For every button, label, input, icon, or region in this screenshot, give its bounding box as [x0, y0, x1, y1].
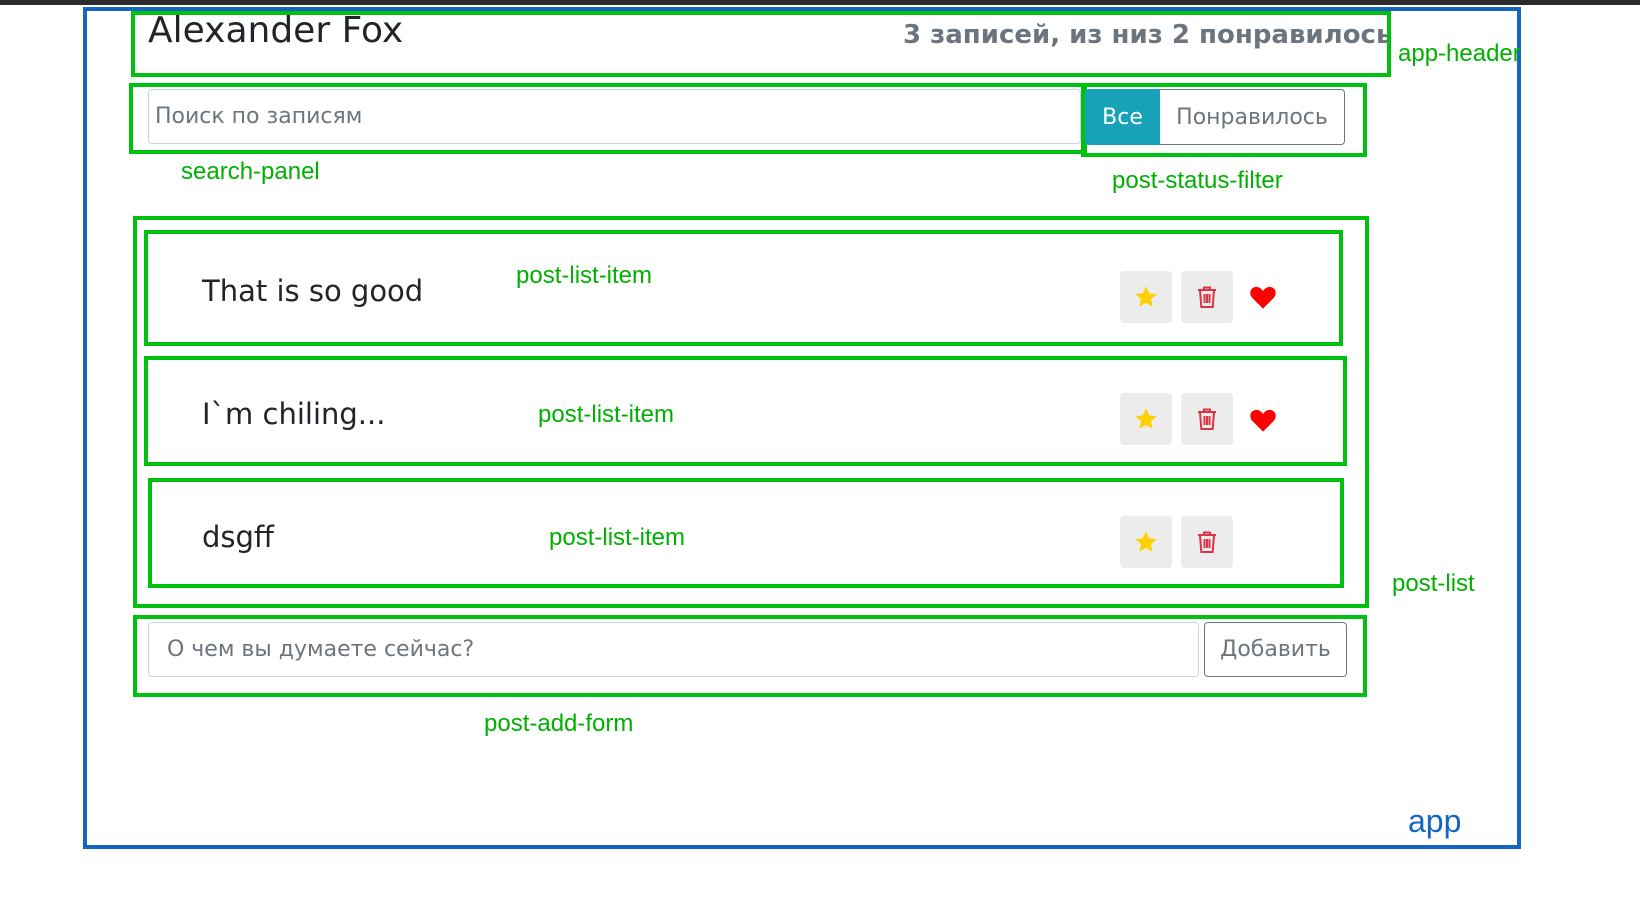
- post-list-item-annotation-label: post-list-item: [549, 524, 686, 551]
- star-icon: [1133, 284, 1159, 310]
- post-status-filter-annotation-label: post-status-filter: [1112, 167, 1283, 194]
- app-header-annotation-box: [131, 11, 1391, 77]
- post-list-item-annotation-label: post-list-item: [516, 262, 653, 289]
- star-button[interactable]: [1120, 516, 1172, 568]
- post-add-form-annotation-box: [133, 615, 1367, 697]
- post-status-filter-annotation-box: [1081, 83, 1367, 157]
- star-button[interactable]: [1120, 393, 1172, 445]
- star-button[interactable]: [1120, 271, 1172, 323]
- heart-icon: [1248, 282, 1278, 312]
- delete-button[interactable]: [1181, 271, 1233, 323]
- post-text[interactable]: dsgff: [202, 520, 274, 554]
- heart-icon: [1248, 405, 1278, 435]
- star-icon: [1133, 529, 1159, 555]
- star-icon: [1133, 406, 1159, 432]
- trash-icon: [1196, 285, 1218, 309]
- search-panel-annotation-label: search-panel: [181, 158, 320, 185]
- app-header-annotation-label: app-header: [1398, 40, 1521, 67]
- trash-icon: [1196, 407, 1218, 431]
- post-add-form-annotation-label: post-add-form: [484, 710, 634, 737]
- search-panel-annotation-box: [129, 83, 1087, 154]
- post-list-annotation-label: post-list: [1392, 570, 1475, 597]
- delete-button[interactable]: [1181, 393, 1233, 445]
- delete-button[interactable]: [1181, 516, 1233, 568]
- app-annotation-label: app: [1408, 803, 1462, 839]
- post-text[interactable]: That is so good: [202, 274, 423, 308]
- post-list-item-annotation-label: post-list-item: [538, 401, 675, 428]
- trash-icon: [1196, 530, 1218, 554]
- browser-top-bar: [0, 0, 1640, 5]
- post-text[interactable]: I`m chiling...: [202, 397, 385, 431]
